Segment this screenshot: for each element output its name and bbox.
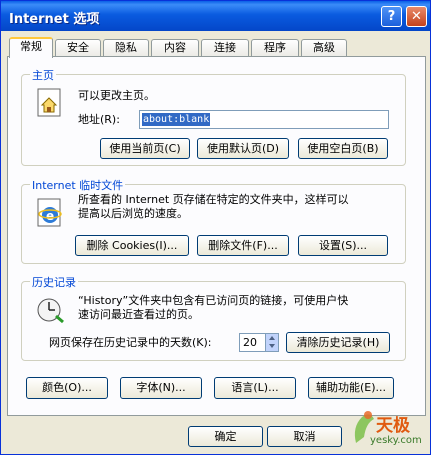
- delete-files-button[interactable]: 删除文件(F)...: [197, 235, 289, 256]
- homepage-description: 可以更改主页。: [78, 89, 155, 102]
- yesky-watermark-logo: 天极 yesky.com: [346, 405, 430, 453]
- use-current-page-button[interactable]: 使用当前页(C): [100, 138, 190, 159]
- history-clock-icon: [37, 298, 64, 324]
- homepage-address-input[interactable]: about:blank: [139, 110, 389, 129]
- temp-files-settings-button[interactable]: 设置(S)...: [298, 235, 388, 256]
- temp-files-desc-line1: 所查看的 Internet 页存储在特定的文件夹中，这样可以: [78, 193, 349, 206]
- svg-text:e: e: [46, 209, 54, 223]
- tab-security[interactable]: 安全: [55, 39, 101, 56]
- spinner-arrows-icon[interactable]: [265, 334, 278, 351]
- cancel-button[interactable]: 取消: [267, 426, 342, 447]
- tab-general[interactable]: 常规: [9, 37, 53, 58]
- tab-programs[interactable]: 程序: [251, 39, 299, 56]
- use-default-page-button[interactable]: 使用默认页(D): [197, 138, 289, 159]
- temp-files-group-title: Internet 临时文件: [30, 177, 126, 193]
- homepage-group-title: 主页: [30, 67, 56, 83]
- tab-privacy[interactable]: 隐私: [103, 39, 149, 56]
- window-title: Internet 选项: [9, 12, 100, 27]
- close-button[interactable]: ✕: [406, 6, 427, 27]
- address-value: about:blank: [142, 113, 211, 126]
- history-days-value: 20: [243, 336, 257, 349]
- use-blank-page-button[interactable]: 使用空白页(B): [298, 138, 388, 159]
- watermark-subtext: yesky.com: [370, 435, 422, 446]
- address-label: 地址(R):: [78, 113, 120, 126]
- history-group-title: 历史记录: [30, 274, 78, 290]
- fonts-button[interactable]: 字体(N)...: [120, 377, 202, 399]
- tab-connections[interactable]: 连接: [201, 39, 249, 56]
- home-page-icon: [37, 88, 61, 117]
- history-desc-line1: “History”文件夹中包含有已访问页的链接，可使用户快: [78, 294, 349, 307]
- languages-button[interactable]: 语言(L)...: [214, 377, 296, 399]
- colors-button[interactable]: 颜色(O)...: [26, 377, 108, 399]
- temp-files-desc-line2: 提高以后浏览的速度。: [78, 207, 188, 220]
- watermark-text: 天极: [376, 416, 410, 436]
- history-days-spinner[interactable]: 20: [239, 333, 279, 352]
- general-tab-panel: 主页 可以更改主页。 地址(R): about:blank 使用当前页(C) 使…: [7, 56, 426, 416]
- history-days-label: 网页保存在历史记录中的天数(K):: [49, 336, 212, 349]
- tab-advanced[interactable]: 高级: [301, 39, 347, 56]
- accessibility-button[interactable]: 辅助功能(E)...: [308, 377, 394, 399]
- history-desc-line2: 速访问最近查看过的页。: [78, 308, 199, 321]
- help-button[interactable]: ?: [381, 6, 402, 27]
- delete-cookies-button[interactable]: 删除 Cookies(I)...: [75, 235, 189, 256]
- tab-content[interactable]: 内容: [151, 39, 199, 56]
- ie-page-icon: e: [37, 198, 62, 227]
- internet-options-window: Internet 选项 ? ✕ 常规 安全 隐私 内容 连接 程序 高级 主页 …: [0, 0, 431, 455]
- tab-strip: 常规 安全 隐私 内容 连接 程序 高级: [7, 37, 427, 58]
- clear-history-button[interactable]: 清除历史记录(H): [286, 332, 390, 353]
- ok-button[interactable]: 确定: [188, 426, 263, 447]
- title-bar[interactable]: Internet 选项 ? ✕: [1, 1, 430, 31]
